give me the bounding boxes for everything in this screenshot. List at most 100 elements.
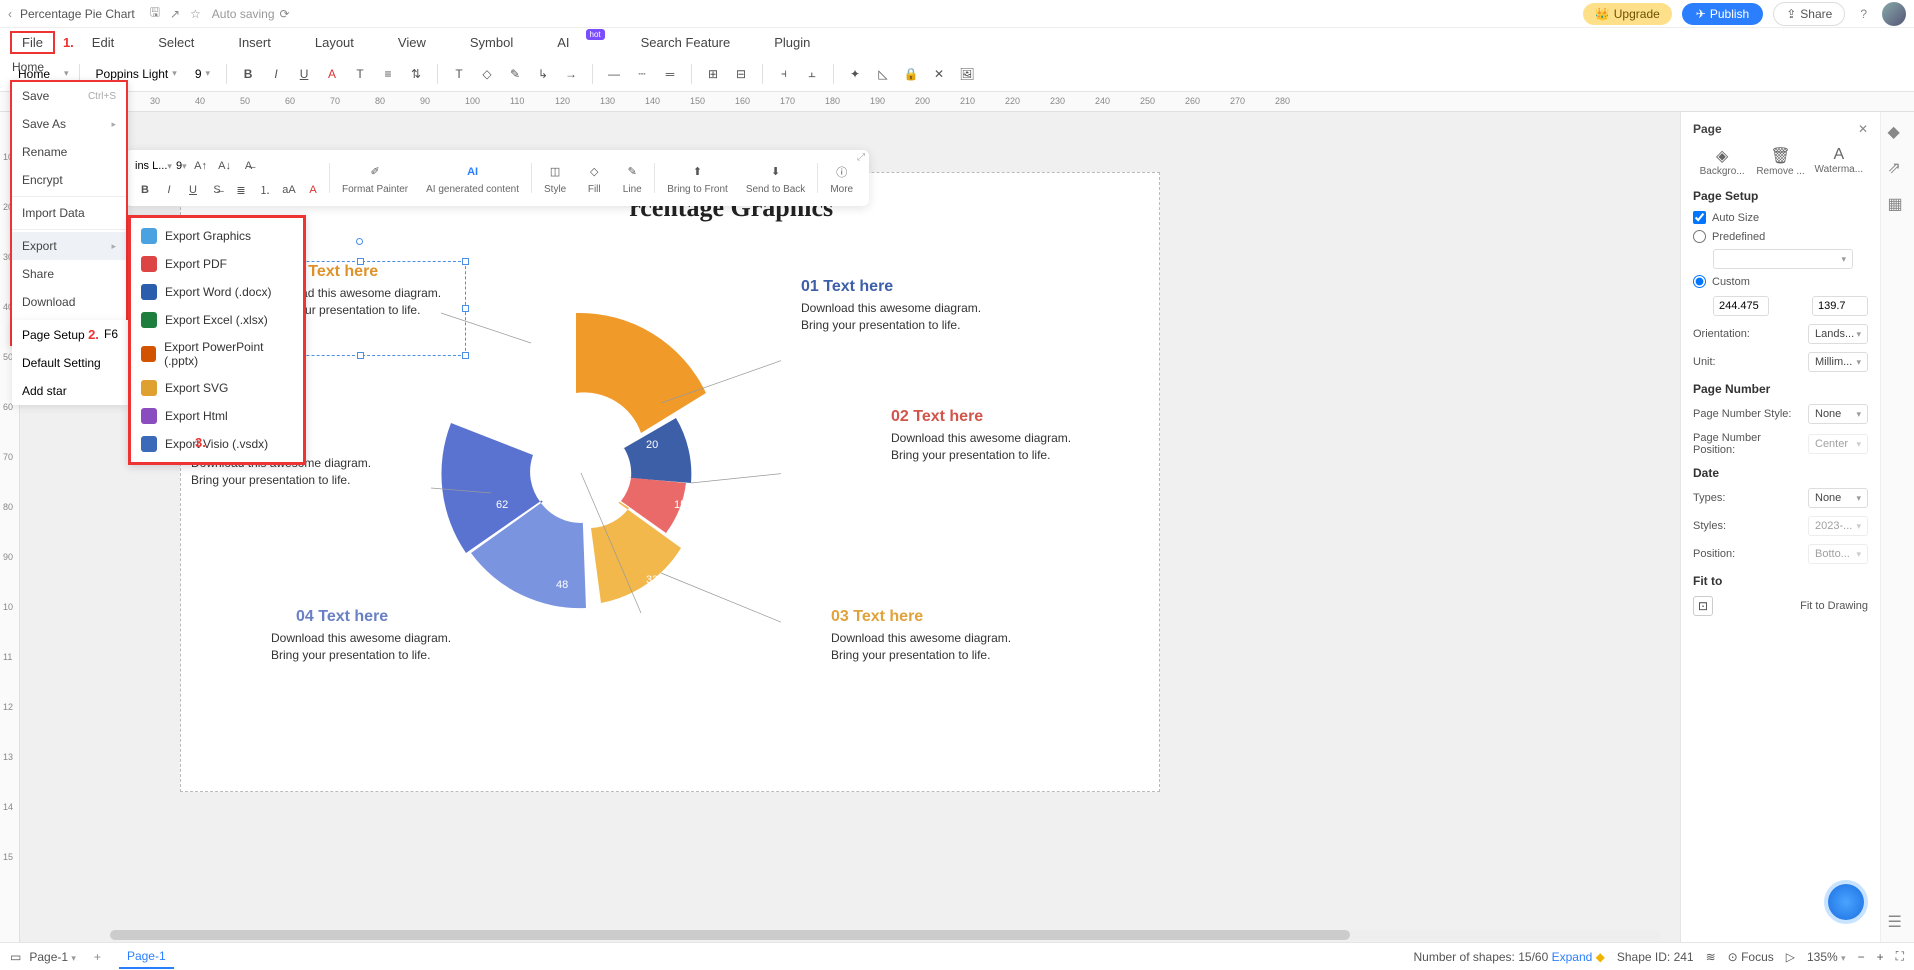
crop-icon[interactable]: ◺ [872, 63, 894, 85]
menu-search[interactable]: Search Feature [633, 32, 739, 53]
menu-ai[interactable]: AI [549, 32, 577, 53]
export-graphics[interactable]: Export Graphics [131, 222, 303, 250]
callout-03[interactable]: 03 Text here Download this awesome diagr… [831, 608, 1011, 664]
file-page-setup[interactable]: Page Setup 2.F6 [12, 320, 128, 349]
width-input[interactable] [1713, 296, 1769, 316]
zoom-in-button[interactable]: + [1877, 950, 1884, 964]
autosize-checkbox[interactable] [1693, 211, 1706, 224]
tools-icon[interactable]: ✕ [928, 63, 950, 85]
theme-icon[interactable]: ◆ [1888, 122, 1908, 142]
assistant-bubble[interactable] [1828, 884, 1864, 920]
callout-02[interactable]: 02 Text here Download this awesome diagr… [891, 408, 1071, 464]
float-line-button[interactable]: ✎Line [616, 162, 648, 195]
close-panel-icon[interactable]: ✕ [1858, 122, 1868, 136]
align-icon[interactable]: ≡ [377, 63, 399, 85]
float-number-icon[interactable]: ⒈ [255, 180, 275, 200]
line-style-icon[interactable]: — [603, 63, 625, 85]
menu-symbol[interactable]: Symbol [462, 32, 521, 53]
menu-view[interactable]: View [390, 32, 434, 53]
focus-toggle[interactable]: ⊙ Focus [1728, 950, 1774, 964]
effects-icon[interactable]: ✦ [844, 63, 866, 85]
menu-file[interactable]: File [10, 31, 55, 54]
highlight-icon[interactable]: T [349, 63, 371, 85]
group-icon[interactable]: ⊞ [702, 63, 724, 85]
bring-front-button[interactable]: ⬆Bring to Front [661, 162, 734, 195]
ungroup-icon[interactable]: ⊟ [730, 63, 752, 85]
date-pos-select[interactable]: Botto...▾ [1808, 544, 1868, 564]
outline-icon[interactable]: ▭ [10, 950, 21, 964]
file-save[interactable]: SaveCtrl+S [12, 82, 126, 110]
image-icon[interactable]: 🖼 [956, 63, 978, 85]
underline-icon[interactable]: U [293, 63, 315, 85]
menu-layout[interactable]: Layout [307, 32, 362, 53]
pn-pos-select[interactable]: Center▾ [1808, 434, 1868, 454]
present-icon[interactable]: ▷ [1786, 950, 1795, 964]
page-dropdown[interactable]: Page-1 ▾ [29, 950, 76, 964]
fontsize-select[interactable]: 9 ▾ [189, 65, 216, 83]
export-html[interactable]: Export Html [131, 402, 303, 430]
decrease-font-icon[interactable]: A↓ [215, 156, 235, 176]
date-styles-select[interactable]: 2023-...▾ [1808, 516, 1868, 536]
share-strip-icon[interactable]: ⇗ [1888, 158, 1908, 178]
zoom-out-button[interactable]: − [1858, 950, 1865, 964]
add-page-button[interactable]: + [94, 950, 101, 964]
italic-icon[interactable]: I [265, 63, 287, 85]
file-rename[interactable]: Rename [12, 138, 126, 166]
publish-button[interactable]: ✈ Publish [1682, 3, 1763, 25]
avatar[interactable] [1882, 2, 1906, 26]
export-svg[interactable]: Export SVG [131, 374, 303, 402]
ai-content-button[interactable]: AIAI generated content [420, 162, 525, 195]
menu-insert[interactable]: Insert [230, 32, 279, 53]
lock-icon[interactable]: 🔒 [900, 63, 922, 85]
help-icon[interactable]: ? [1860, 7, 1867, 21]
layers-icon[interactable]: ≋ [1706, 950, 1716, 964]
remove-button[interactable]: 🗑Remove ... [1751, 146, 1809, 177]
float-more-button[interactable]: ⓘMore [824, 162, 859, 195]
grid-icon[interactable]: ▦ [1888, 194, 1908, 214]
line-spacing-icon[interactable]: ⇅ [405, 63, 427, 85]
menu-edit[interactable]: Edit [84, 32, 122, 53]
pie-chart[interactable]: 20 15 33 48 62 85 [431, 283, 781, 663]
share-button[interactable]: ⇪ Share [1773, 2, 1845, 26]
background-button[interactable]: ◈Backgro... [1693, 146, 1751, 177]
save-icon[interactable]: 🖫 [150, 3, 160, 24]
export-ppt[interactable]: Export PowerPoint (.pptx) [131, 334, 303, 374]
float-fill-button[interactable]: ◇Fill [578, 162, 610, 195]
export-pdf[interactable]: Export PDF [131, 250, 303, 278]
chevron-down-icon[interactable]: ▾ [64, 68, 69, 79]
float-bold-icon[interactable]: B [135, 180, 155, 200]
file-saveas[interactable]: Save As▸ [12, 110, 126, 138]
float-style-button[interactable]: ◫Style [538, 162, 572, 195]
watermark-button[interactable]: AWaterma... [1810, 146, 1868, 177]
file-star[interactable]: Add star [12, 377, 128, 405]
open-external-icon[interactable]: ↗ [170, 7, 180, 21]
file-default[interactable]: Default Setting [12, 349, 128, 377]
unit-select[interactable]: Millim...▾ [1808, 352, 1868, 372]
fullscreen-icon[interactable]: ⛶ [1896, 949, 1904, 964]
star-icon[interactable]: ☆ [190, 7, 201, 21]
connector-icon[interactable]: ↳ [532, 63, 554, 85]
menu-plugin[interactable]: Plugin [766, 32, 818, 53]
predefined-select[interactable]: ▾ [1713, 249, 1853, 269]
thickness-icon[interactable]: ═ [659, 63, 681, 85]
increase-font-icon[interactable]: A↑ [191, 156, 211, 176]
float-bullet-icon[interactable]: ≣ [231, 180, 251, 200]
line-tool-icon[interactable]: ✎ [504, 63, 526, 85]
upgrade-button[interactable]: 👑 Upgrade [1583, 3, 1672, 25]
dash-icon[interactable]: ┄ [631, 63, 653, 85]
menu-select[interactable]: Select [150, 32, 202, 53]
custom-radio[interactable] [1693, 275, 1706, 288]
clear-format-icon[interactable]: A̶ [239, 156, 259, 176]
back-icon[interactable]: ‹ [8, 7, 12, 21]
date-types-select[interactable]: None▾ [1808, 488, 1868, 508]
menu-strip-icon[interactable]: ☰ [1888, 912, 1908, 932]
float-collapse-icon[interactable]: ⤢ [857, 152, 865, 163]
distribute-icon[interactable]: ⫠ [801, 63, 823, 85]
format-painter-button[interactable]: ✐Format Painter [336, 162, 414, 195]
send-back-button[interactable]: ⬇Send to Back [740, 162, 811, 195]
orientation-select[interactable]: Lands...▾ [1808, 324, 1868, 344]
predefined-radio[interactable] [1693, 230, 1706, 243]
height-input[interactable] [1812, 296, 1868, 316]
float-strike-icon[interactable]: S̶ [207, 180, 227, 200]
fit-drawing-icon[interactable]: ⊡ [1693, 596, 1713, 616]
